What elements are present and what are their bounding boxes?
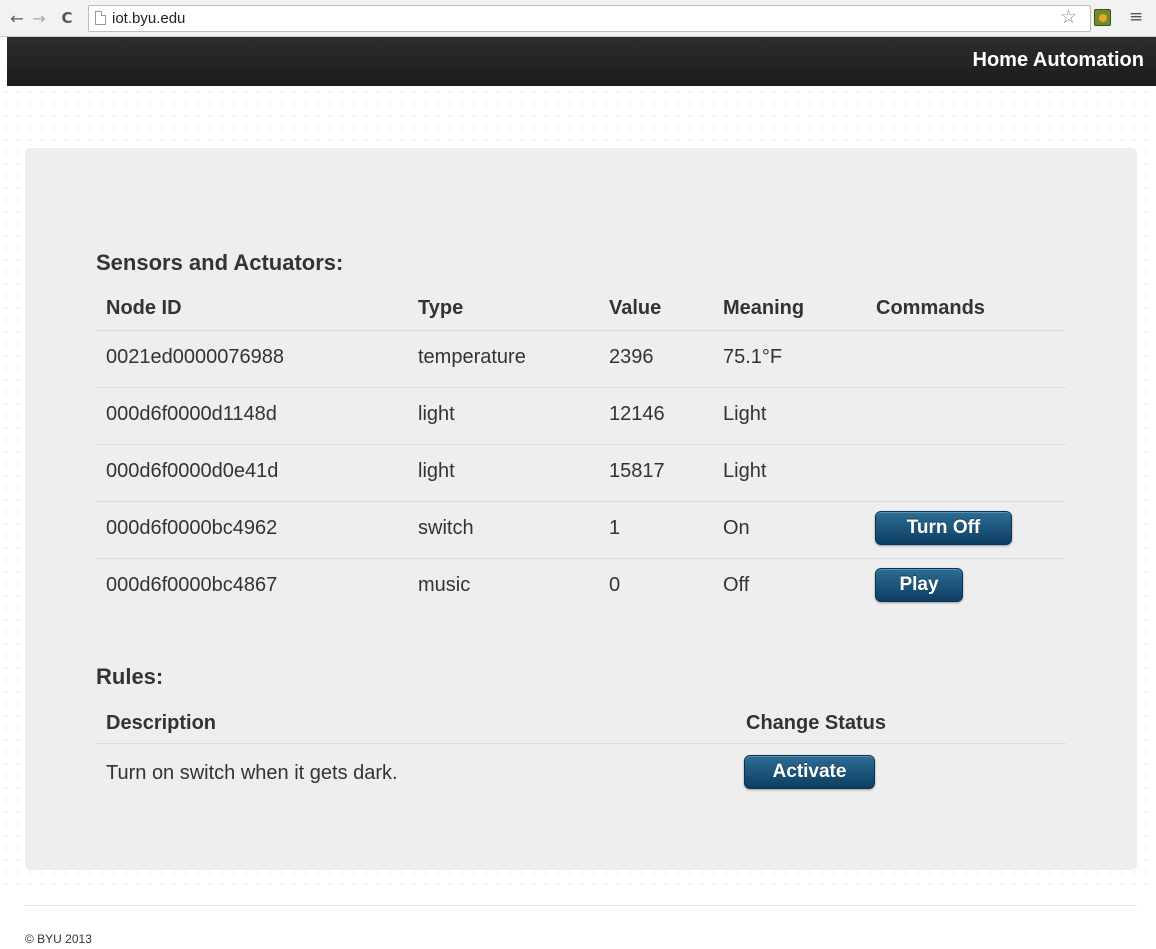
cell-value: 1 [609, 517, 621, 539]
row-divider [96, 444, 1066, 445]
activate-button[interactable]: Activate [744, 755, 875, 789]
cell-rule-description: Turn on switch when it gets dark. [106, 762, 398, 784]
cell-value: 0 [609, 574, 621, 596]
address-bar[interactable]: iot.byu.edu [88, 4, 1091, 32]
reload-icon[interactable]: C [56, 9, 78, 27]
cell-node-id: 0021ed0000076988 [106, 346, 284, 368]
row-divider [96, 501, 1066, 502]
sensors-title: Sensors and Actuators: [96, 250, 344, 275]
footer-divider [25, 905, 1137, 906]
extension-icon[interactable] [1094, 9, 1111, 26]
row-divider [96, 558, 1066, 559]
cell-type: switch [418, 517, 474, 539]
rules-title: Rules: [96, 664, 164, 689]
browser-toolbar: ← → C iot.byu.edu [0, 0, 1156, 37]
header-node-id: Node ID [106, 297, 182, 319]
cell-type: music [418, 574, 471, 596]
browser-menu-icon[interactable]: ≡ [1129, 7, 1143, 27]
row-divider [96, 387, 1066, 388]
header-change-status: Change Status [746, 712, 887, 734]
header-meaning: Meaning [723, 297, 805, 319]
header-commands: Commands [876, 297, 985, 319]
cell-node-id: 000d6f0000bc4867 [106, 574, 278, 596]
cell-type: light [418, 403, 455, 425]
cell-meaning: On [723, 517, 750, 539]
footer-copyright: © BYU 2013 [25, 932, 92, 946]
cell-node-id: 000d6f0000d1148d [106, 403, 277, 425]
bookmark-star-icon[interactable]: ☆ [1060, 6, 1077, 28]
cell-node-id: 000d6f0000bc4962 [106, 517, 278, 539]
cell-value: 2396 [609, 346, 654, 368]
cell-value: 12146 [609, 403, 665, 425]
header-value: Value [609, 297, 662, 319]
cell-type: light [418, 460, 455, 482]
url-text: iot.byu.edu [112, 9, 186, 27]
cell-type: temperature [418, 346, 526, 368]
table-divider [96, 330, 1066, 331]
turn-off-button[interactable]: Turn Off [875, 511, 1012, 545]
cell-node-id: 000d6f0000d0e41d [106, 460, 279, 482]
header-description: Description [106, 712, 217, 734]
cell-meaning: Off [723, 574, 750, 596]
cell-meaning: Light [723, 403, 767, 425]
brand-title[interactable]: Home Automation [973, 49, 1144, 72]
cell-value: 15817 [609, 460, 665, 482]
header-type: Type [418, 297, 464, 319]
play-button[interactable]: Play [875, 568, 963, 602]
back-arrow-icon[interactable]: ← [6, 9, 28, 28]
table-divider [96, 743, 1066, 744]
forward-arrow-icon[interactable]: → [28, 9, 50, 28]
page-icon [95, 11, 106, 25]
cell-meaning: Light [723, 460, 767, 482]
navbar: Home Automation [7, 37, 1156, 86]
cell-meaning: 75.1°F [723, 346, 783, 368]
